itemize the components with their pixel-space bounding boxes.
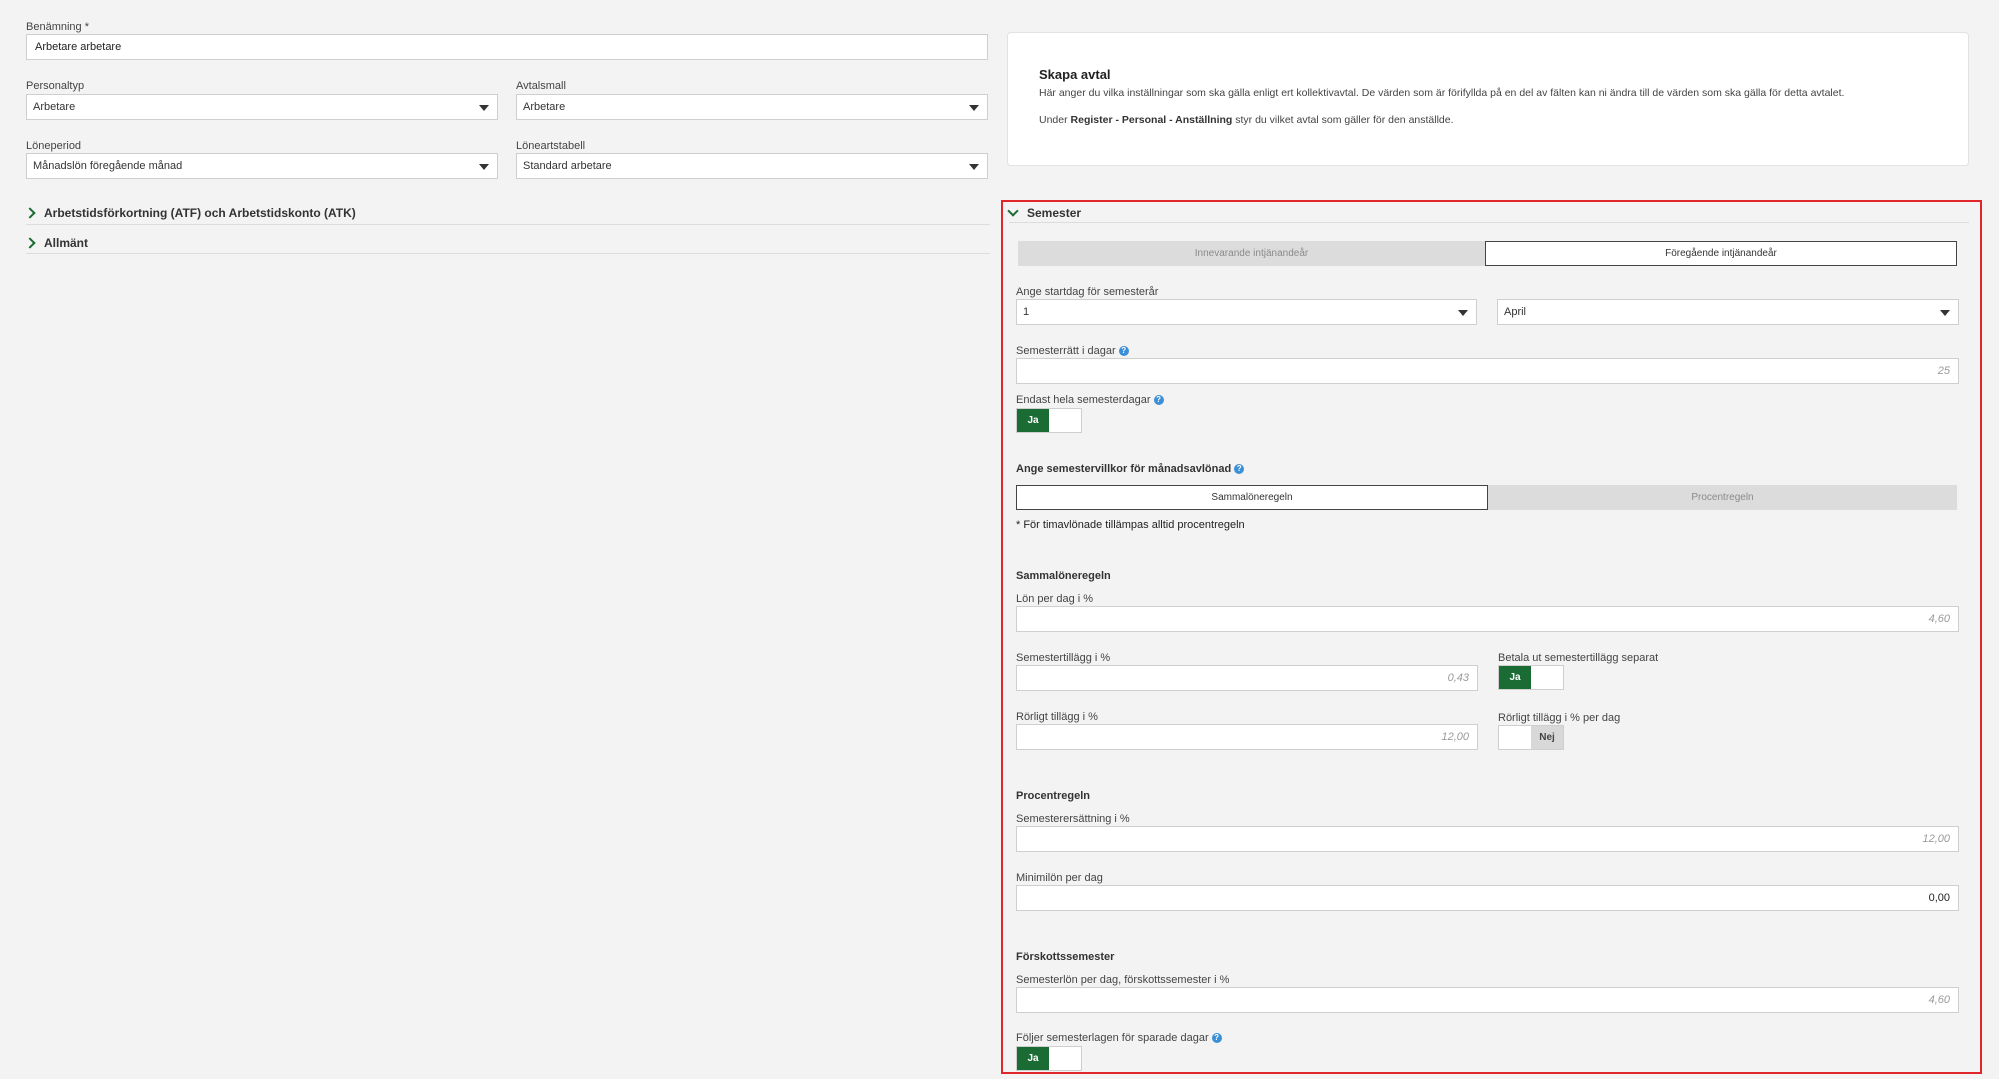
semesterlon-input[interactable]: 4,60 [1016,987,1959,1013]
loneartstabell-value: Standard arbetare [523,160,612,172]
villkor-label-wrap: Ange semestervillkor för månadsavlönad? [1016,463,1245,475]
info-text: Här anger du vilka inställningar som ska… [1039,87,1845,99]
chevron-down-icon [479,164,489,170]
timavlonade-note: * För timavlönade tillämpas alltid proce… [1016,519,1245,531]
tab-sammaloneregeln[interactable]: Sammalöneregeln [1016,485,1488,510]
info-register-text: Under Register - Personal - Anställning … [1039,114,1454,126]
startdag-day-select[interactable]: 1 [1016,299,1477,325]
semesterratt-label: Semesterrätt i dagar [1016,345,1116,357]
info-line2-suffix: styr du vilket avtal som gäller för den … [1232,114,1454,126]
help-icon[interactable]: ? [1234,464,1245,475]
chevron-down-icon [969,164,979,170]
info-card: Skapa avtal Här anger du vilka inställni… [1007,32,1969,166]
sammalone-heading: Sammalöneregeln [1016,570,1111,582]
loneperiod-label: Löneperiod [26,140,82,152]
foljer-toggle[interactable]: Ja [1016,1046,1082,1071]
semestertillagg-label: Semestertillägg i % [1016,652,1111,664]
loneperiod-value: Månadslön föregående månad [33,160,183,172]
loneperiod-select[interactable]: Månadslön föregående månad [26,153,498,179]
loneartstabell-select[interactable]: Standard arbetare [516,153,988,179]
avtalsmall-label: Avtalsmall [516,80,566,92]
chevron-down-icon [969,105,979,111]
minimilon-input[interactable]: 0,00 [1016,885,1959,911]
semesterersattning-input[interactable]: 12,00 [1016,826,1959,852]
chevron-down-icon [1458,310,1468,316]
startdag-month-value: April [1504,306,1527,318]
endast-hela-label: Endast hela semesterdagar [1016,394,1151,406]
lon-per-dag-label: Lön per dag i % [1016,593,1094,605]
avtalsmall-select[interactable]: Arbetare [516,94,988,120]
info-register-path: Register - Personal - Anställning [1070,114,1233,126]
startdag-label: Ange startdag för semesterår [1016,286,1159,298]
betala-ut-toggle[interactable]: Ja [1498,665,1564,690]
info-title: Skapa avtal [1039,67,1111,82]
divider [26,224,990,225]
section-allmant[interactable]: Allmänt [24,236,89,250]
personaltyp-label: Personaltyp [26,80,85,92]
semestertillagg-input[interactable]: 0,43 [1016,665,1478,691]
avtalsmall-value: Arbetare [523,101,566,113]
divider [26,253,990,254]
section-semester[interactable]: Semester [1007,205,1082,220]
startdag-month-select[interactable]: April [1497,299,1959,325]
chevron-down-icon [1940,310,1950,316]
chevron-down-icon [479,105,489,111]
divider [1009,222,1969,223]
forskott-heading: Förskottssemester [1016,951,1115,963]
help-icon[interactable]: ? [1211,1033,1222,1044]
benamning-label: Benämning * [26,21,89,33]
section-atf[interactable]: Arbetstidsförkortning (ATF) och Arbetsti… [24,206,356,220]
lon-per-dag-input[interactable]: 4,60 [1016,606,1959,632]
toggle-on-label: Ja [1499,666,1531,689]
loneartstabell-label: Löneartstabell [516,140,586,152]
toggle-on-label: Ja [1017,409,1049,432]
rorligt-input[interactable]: 12,00 [1016,724,1478,750]
section-allmant-label: Allmänt [44,236,89,250]
semesterlon-label: Semesterlön per dag, förskottssemester i… [1016,974,1230,986]
tab-innevarande[interactable]: Innevarande intjänandeår [1018,241,1485,266]
help-icon[interactable]: ? [1153,395,1164,406]
semesterersattning-label: Semesterersättning i % [1016,813,1130,825]
chevron-right-icon [24,237,36,249]
foljer-label-wrap: Följer semesterlagen för sparade dagar? [1016,1032,1222,1044]
rorligt-label: Rörligt tillägg i % [1016,711,1098,723]
info-line2-prefix: Under [1039,114,1071,126]
tab-procentregeln[interactable]: Procentregeln [1488,485,1957,510]
villkor-label: Ange semestervillkor för månadsavlönad [1016,463,1232,475]
section-semester-label: Semester [1027,206,1082,220]
benamning-input[interactable]: Arbetare arbetare [26,34,988,60]
semesterratt-input[interactable]: 25 [1016,358,1959,384]
procent-heading: Procentregeln [1016,790,1090,802]
endast-hela-label-wrap: Endast hela semesterdagar? [1016,394,1164,406]
semesterratt-label-wrap: Semesterrätt i dagar? [1016,345,1129,357]
betala-ut-label: Betala ut semestertillägg separat [1498,652,1659,664]
rorligt-per-dag-label: Rörligt tillägg i % per dag [1498,712,1621,724]
semester-highlight-frame [1001,200,1982,1074]
section-atf-label: Arbetstidsförkortning (ATF) och Arbetsti… [44,206,356,220]
toggle-on-label: Ja [1017,1047,1049,1070]
rorligt-per-dag-toggle[interactable]: Nej [1498,725,1564,750]
personaltyp-select[interactable]: Arbetare [26,94,498,120]
chevron-down-icon [1007,205,1019,217]
chevron-right-icon [24,207,36,219]
toggle-off-label: Nej [1531,726,1563,749]
personaltyp-value: Arbetare [33,101,76,113]
foljer-label: Följer semesterlagen för sparade dagar [1016,1032,1209,1044]
tab-foregaende[interactable]: Föregående intjänandeår [1485,241,1957,266]
help-icon[interactable]: ? [1118,346,1129,357]
startdag-day-value: 1 [1023,306,1030,318]
endast-hela-toggle[interactable]: Ja [1016,408,1082,433]
minimilon-label: Minimilön per dag [1016,872,1103,884]
